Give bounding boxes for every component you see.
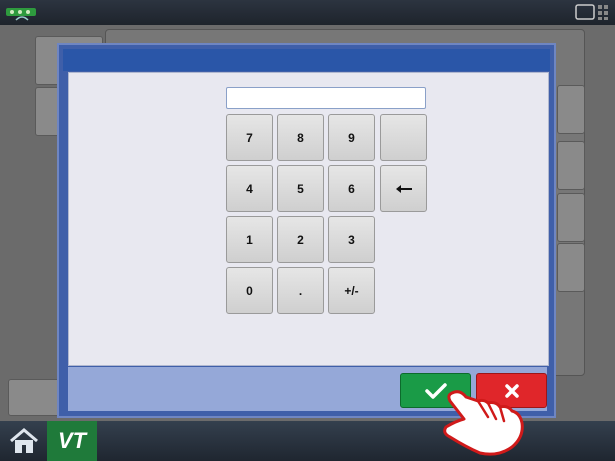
key-9[interactable]: 9 bbox=[328, 114, 375, 161]
key-decimal[interactable]: . bbox=[277, 267, 324, 314]
home-icon[interactable] bbox=[6, 424, 42, 458]
key-2[interactable]: 2 bbox=[277, 216, 324, 263]
key-5[interactable]: 5 bbox=[277, 165, 324, 212]
key-plus-minus[interactable]: +/- bbox=[328, 267, 375, 314]
vt-button[interactable]: VT bbox=[47, 421, 97, 461]
background-wrench-button bbox=[8, 379, 62, 416]
key-7[interactable]: 7 bbox=[226, 114, 273, 161]
background-button bbox=[557, 193, 585, 242]
left-arrow-icon bbox=[395, 184, 412, 193]
key-1[interactable]: 1 bbox=[226, 216, 273, 263]
key-3[interactable]: 3 bbox=[328, 216, 375, 263]
key-6[interactable]: 6 bbox=[328, 165, 375, 212]
backspace-button[interactable] bbox=[380, 165, 427, 212]
top-status-bar bbox=[0, 0, 615, 25]
background-button bbox=[557, 243, 585, 292]
numeric-input-field[interactable] bbox=[226, 87, 426, 109]
key-blank[interactable] bbox=[380, 114, 427, 161]
gps-logo-icon bbox=[6, 8, 36, 21]
dialog-title-bar bbox=[63, 49, 550, 71]
key-4[interactable]: 4 bbox=[226, 165, 273, 212]
background-button bbox=[557, 85, 585, 134]
key-8[interactable]: 8 bbox=[277, 114, 324, 161]
screen-toggle-icon[interactable] bbox=[575, 3, 611, 21]
key-0[interactable]: 0 bbox=[226, 267, 273, 314]
background-button bbox=[557, 141, 585, 190]
hand-pointer-icon bbox=[443, 390, 524, 456]
